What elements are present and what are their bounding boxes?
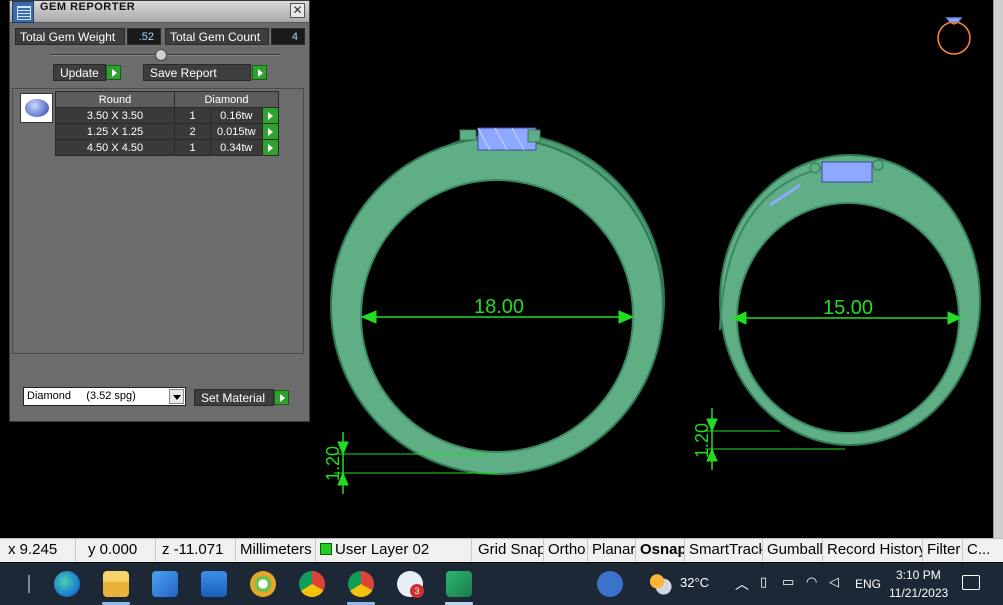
gem-weight: 0.34tw xyxy=(210,139,263,156)
gem-qty: 1 xyxy=(173,139,212,156)
gem-reporter-titlebar[interactable]: GEM REPORTER ✕ xyxy=(10,1,309,23)
z-coordinate: z -11.071 xyxy=(158,539,236,561)
left-thickness-label: 1.20 xyxy=(323,446,343,481)
paint-icon[interactable] xyxy=(250,571,276,597)
units-indicator[interactable]: Millimeters xyxy=(236,539,316,561)
close-icon[interactable]: ✕ xyxy=(290,3,305,18)
right-thickness-label: 1.20 xyxy=(692,423,712,458)
notification-center-icon[interactable] xyxy=(962,575,980,590)
table-row[interactable]: 4.50 X 4.50 1 0.34tw xyxy=(55,139,280,156)
gem-size: 3.50 X 3.50 xyxy=(55,107,175,124)
update-arrow-icon[interactable] xyxy=(106,65,121,80)
chevron-down-icon[interactable] xyxy=(169,389,184,404)
shape-header: Round xyxy=(55,91,175,108)
device-icon[interactable]: ▯ xyxy=(760,574,767,590)
set-material-button[interactable]: Set Material xyxy=(194,389,274,406)
grid-snap-toggle[interactable]: Grid Snap xyxy=(474,539,544,561)
battery-icon[interactable]: ▭ xyxy=(782,574,794,590)
set-material-arrow-icon[interactable] xyxy=(274,390,289,405)
file-explorer-icon[interactable] xyxy=(103,571,129,597)
osnap-toggle[interactable]: Osnap xyxy=(636,539,685,561)
gem-qty: 2 xyxy=(173,123,212,140)
ortho-toggle[interactable]: Ortho xyxy=(544,539,588,561)
total-gem-count-value: 4 xyxy=(271,28,305,45)
layer-color-swatch xyxy=(320,543,332,555)
gem-size: 4.50 X 4.50 xyxy=(55,139,175,156)
status-bar: x 9.245 y 0.000 z -11.071 Millimeters Us… xyxy=(0,538,1003,562)
gem-reporter-app-icon xyxy=(12,1,34,23)
clock-date[interactable]: 11/21/2023 xyxy=(889,586,948,600)
notification-badge: 3 xyxy=(410,584,424,598)
ring-view-icon[interactable] xyxy=(937,17,971,55)
gumball-toggle[interactable]: Gumball xyxy=(763,539,823,561)
round-gem-icon[interactable] xyxy=(20,93,53,123)
total-gem-weight-value: .52 xyxy=(127,28,161,45)
clock-time[interactable]: 3:10 PM xyxy=(896,568,941,582)
gem-qty: 1 xyxy=(173,107,212,124)
taskbar-divider xyxy=(28,575,30,593)
language-indicator[interactable]: ENG xyxy=(855,577,881,591)
mail-icon[interactable] xyxy=(201,571,227,597)
chrome-profile-icon[interactable] xyxy=(348,571,374,597)
more-status-item[interactable]: C... xyxy=(963,539,993,561)
save-report-button[interactable]: Save Report xyxy=(143,64,251,81)
windows-taskbar: 3 32°C ︿ ▯ ▭ ◠ ◁ ENG 3:10 PM 11/21/2023 xyxy=(0,563,1003,605)
table-row[interactable]: 3.50 X 3.50 1 0.16tw xyxy=(55,107,280,124)
row-arrow-icon[interactable] xyxy=(261,139,280,156)
material-select-value: Diamond (3.52 spg) xyxy=(27,390,136,402)
layer-indicator[interactable]: User Layer 02 xyxy=(316,539,472,561)
x-coordinate: x 9.245 xyxy=(4,539,76,561)
planar-toggle[interactable]: Planar xyxy=(588,539,636,561)
right-diameter-label: 15.00 xyxy=(823,297,873,319)
volume-icon[interactable]: ◁ xyxy=(829,574,839,590)
viewport-scroll-edge[interactable] xyxy=(993,0,1003,538)
row-arrow-icon[interactable] xyxy=(261,107,280,124)
store-icon[interactable] xyxy=(152,571,178,597)
gem-table: Round Diamond 3.50 X 3.50 1 0.16tw 1.25 … xyxy=(55,91,280,156)
gem-reporter-panel: GEM REPORTER ✕ Total Gem Weight .52 Tota… xyxy=(9,0,310,422)
total-gem-count-label: Total Gem Count xyxy=(165,28,269,45)
gem-weight: 0.015tw xyxy=(210,123,263,140)
y-coordinate: y 0.000 xyxy=(84,539,156,561)
edge-icon[interactable] xyxy=(54,571,80,597)
gem-reporter-title: GEM REPORTER xyxy=(40,1,136,13)
material-select[interactable]: Diamond (3.52 spg) xyxy=(23,387,186,406)
gem-weight: 0.16tw xyxy=(210,107,263,124)
smarttrack-toggle[interactable]: SmartTrack xyxy=(685,539,763,561)
record-history-toggle[interactable]: Record History xyxy=(823,539,923,561)
material-header: Diamond xyxy=(174,91,279,108)
chrome-icon[interactable] xyxy=(299,571,325,597)
row-arrow-icon[interactable] xyxy=(261,123,280,140)
total-gem-weight-label: Total Gem Weight xyxy=(15,28,125,45)
table-row[interactable]: 1.25 X 1.25 2 0.015tw xyxy=(55,123,280,140)
wifi-icon[interactable]: ◠ xyxy=(806,574,817,590)
help-icon[interactable] xyxy=(597,571,623,597)
weather-temperature[interactable]: 32°C xyxy=(680,575,709,590)
update-button[interactable]: Update xyxy=(53,64,106,81)
left-diameter-label: 18.00 xyxy=(474,296,524,318)
layer-name: User Layer 02 xyxy=(335,541,430,558)
filter-toggle[interactable]: Filter xyxy=(923,539,963,561)
gem-size: 1.25 X 1.25 xyxy=(55,123,175,140)
save-report-arrow-icon[interactable] xyxy=(252,65,267,80)
weather-icon[interactable] xyxy=(648,571,674,597)
chevron-up-icon[interactable]: ︿ xyxy=(735,574,749,594)
gem-slider-handle[interactable] xyxy=(155,49,167,61)
matrix-icon[interactable] xyxy=(446,571,472,597)
